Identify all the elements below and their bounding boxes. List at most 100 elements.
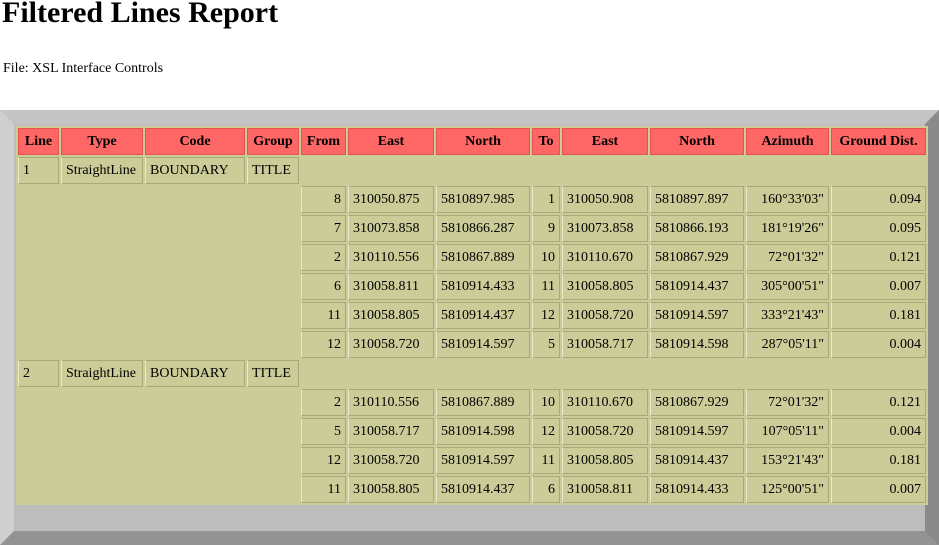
col-header-line: Line — [18, 128, 59, 155]
col-header-from: From — [301, 128, 346, 155]
report-body: 1 StraightLine BOUNDARY TITLE 8 310050.875 581… — [18, 157, 926, 503]
col-header-ground-dist: Ground Dist. — [831, 128, 926, 155]
to-north: 5810914.433 — [650, 476, 744, 503]
to-north: 5810866.193 — [650, 215, 744, 242]
to-point: 10 — [532, 389, 560, 416]
to-north: 5810914.597 — [650, 302, 744, 329]
azimuth: 333°21'43" — [746, 302, 829, 329]
from-north: 5810914.437 — [436, 302, 530, 329]
from-east: 310110.556 — [348, 389, 434, 416]
col-header-north-to: North — [650, 128, 744, 155]
file-label: File: XSL Interface Controls — [3, 61, 164, 76]
azimuth: 305°00'51" — [746, 273, 829, 300]
from-point: 6 — [301, 273, 346, 300]
line-type: StraightLine — [61, 157, 143, 184]
to-east: 310058.720 — [562, 302, 648, 329]
from-north: 5810867.889 — [436, 389, 530, 416]
ground-dist: 0.007 — [831, 273, 926, 300]
line-group: TITLE — [247, 157, 299, 184]
from-point: 12 — [301, 331, 346, 358]
ground-dist: 0.181 — [831, 302, 926, 329]
to-point: 5 — [532, 331, 560, 358]
segment-row-indent — [18, 447, 299, 474]
segment-row: 11 310058.805 5810914.437 6 310058.811 581091… — [18, 476, 926, 503]
azimuth: 107°05'11" — [746, 418, 829, 445]
to-point: 1 — [532, 186, 560, 213]
from-point: 11 — [301, 476, 346, 503]
from-north: 5810897.985 — [436, 186, 530, 213]
col-header-azimuth: Azimuth — [746, 128, 829, 155]
lines-table: Line Type Code Group From East North To … — [16, 126, 928, 505]
segment-row: 5 310058.717 5810914.598 12 310058.720 581091… — [18, 418, 926, 445]
azimuth: 160°33'03" — [746, 186, 829, 213]
line-group: TITLE — [247, 360, 299, 387]
azimuth: 125°00'51" — [746, 476, 829, 503]
segment-row-indent — [18, 186, 299, 213]
line-row-filler — [301, 157, 926, 184]
from-east: 310058.805 — [348, 476, 434, 503]
ground-dist: 0.007 — [831, 476, 926, 503]
from-north: 5810914.433 — [436, 273, 530, 300]
azimuth: 72°01'32" — [746, 389, 829, 416]
page-title: Filtered Lines Report — [2, 0, 279, 29]
ground-dist: 0.121 — [831, 244, 926, 271]
from-north: 5810914.437 — [436, 476, 530, 503]
from-east: 310058.720 — [348, 331, 434, 358]
from-north: 5810866.287 — [436, 215, 530, 242]
from-east: 310073.858 — [348, 215, 434, 242]
segment-row-indent — [18, 244, 299, 271]
segment-row: 8 310050.875 5810897.985 1 310050.908 5810897… — [18, 186, 926, 213]
line-row-filler — [301, 360, 926, 387]
to-north: 5810914.597 — [650, 418, 744, 445]
col-header-north-from: North — [436, 128, 530, 155]
to-east: 310050.908 — [562, 186, 648, 213]
ground-dist: 0.095 — [831, 215, 926, 242]
from-east: 310058.811 — [348, 273, 434, 300]
line-number: 2 — [18, 360, 59, 387]
azimuth: 181°19'26" — [746, 215, 829, 242]
from-point: 8 — [301, 186, 346, 213]
to-north: 5810914.598 — [650, 331, 744, 358]
segment-row-indent — [18, 476, 299, 503]
from-north: 5810914.597 — [436, 331, 530, 358]
azimuth: 287°05'11" — [746, 331, 829, 358]
segment-row-indent — [18, 418, 299, 445]
line-number: 1 — [18, 157, 59, 184]
col-header-code: Code — [145, 128, 245, 155]
segment-row-indent — [18, 389, 299, 416]
from-east: 310058.717 — [348, 418, 434, 445]
from-east: 310058.720 — [348, 447, 434, 474]
to-point: 12 — [532, 418, 560, 445]
to-point: 11 — [532, 273, 560, 300]
from-point: 2 — [301, 389, 346, 416]
segment-row: 7 310073.858 5810866.287 9 310073.858 5810866… — [18, 215, 926, 242]
from-north: 5810914.598 — [436, 418, 530, 445]
segment-row-indent — [18, 273, 299, 300]
line-type: StraightLine — [61, 360, 143, 387]
col-header-type: Type — [61, 128, 143, 155]
from-point: 11 — [301, 302, 346, 329]
segment-row-indent — [18, 331, 299, 358]
col-header-to: To — [532, 128, 560, 155]
to-point: 11 — [532, 447, 560, 474]
to-east: 310110.670 — [562, 244, 648, 271]
to-east: 310058.811 — [562, 476, 648, 503]
from-point: 2 — [301, 244, 346, 271]
from-north: 5810914.597 — [436, 447, 530, 474]
to-north: 5810914.437 — [650, 273, 744, 300]
segment-row: 11 310058.805 5810914.437 12 310058.720 58109… — [18, 302, 926, 329]
segment-row: 12 310058.720 5810914.597 5 310058.717 581091… — [18, 331, 926, 358]
line-code: BOUNDARY — [145, 157, 245, 184]
segment-row-indent — [18, 302, 299, 329]
to-north: 5810867.929 — [650, 244, 744, 271]
segment-row: 12 310058.720 5810914.597 11 310058.805 58109… — [18, 447, 926, 474]
to-north: 5810867.929 — [650, 389, 744, 416]
segment-row: 2 310110.556 5810867.889 10 310110.670 581086… — [18, 244, 926, 271]
from-east: 310110.556 — [348, 244, 434, 271]
to-point: 6 — [532, 476, 560, 503]
to-north: 5810914.437 — [650, 447, 744, 474]
segment-row-indent — [18, 215, 299, 242]
ground-dist: 0.004 — [831, 331, 926, 358]
ground-dist: 0.181 — [831, 447, 926, 474]
ground-dist: 0.121 — [831, 389, 926, 416]
